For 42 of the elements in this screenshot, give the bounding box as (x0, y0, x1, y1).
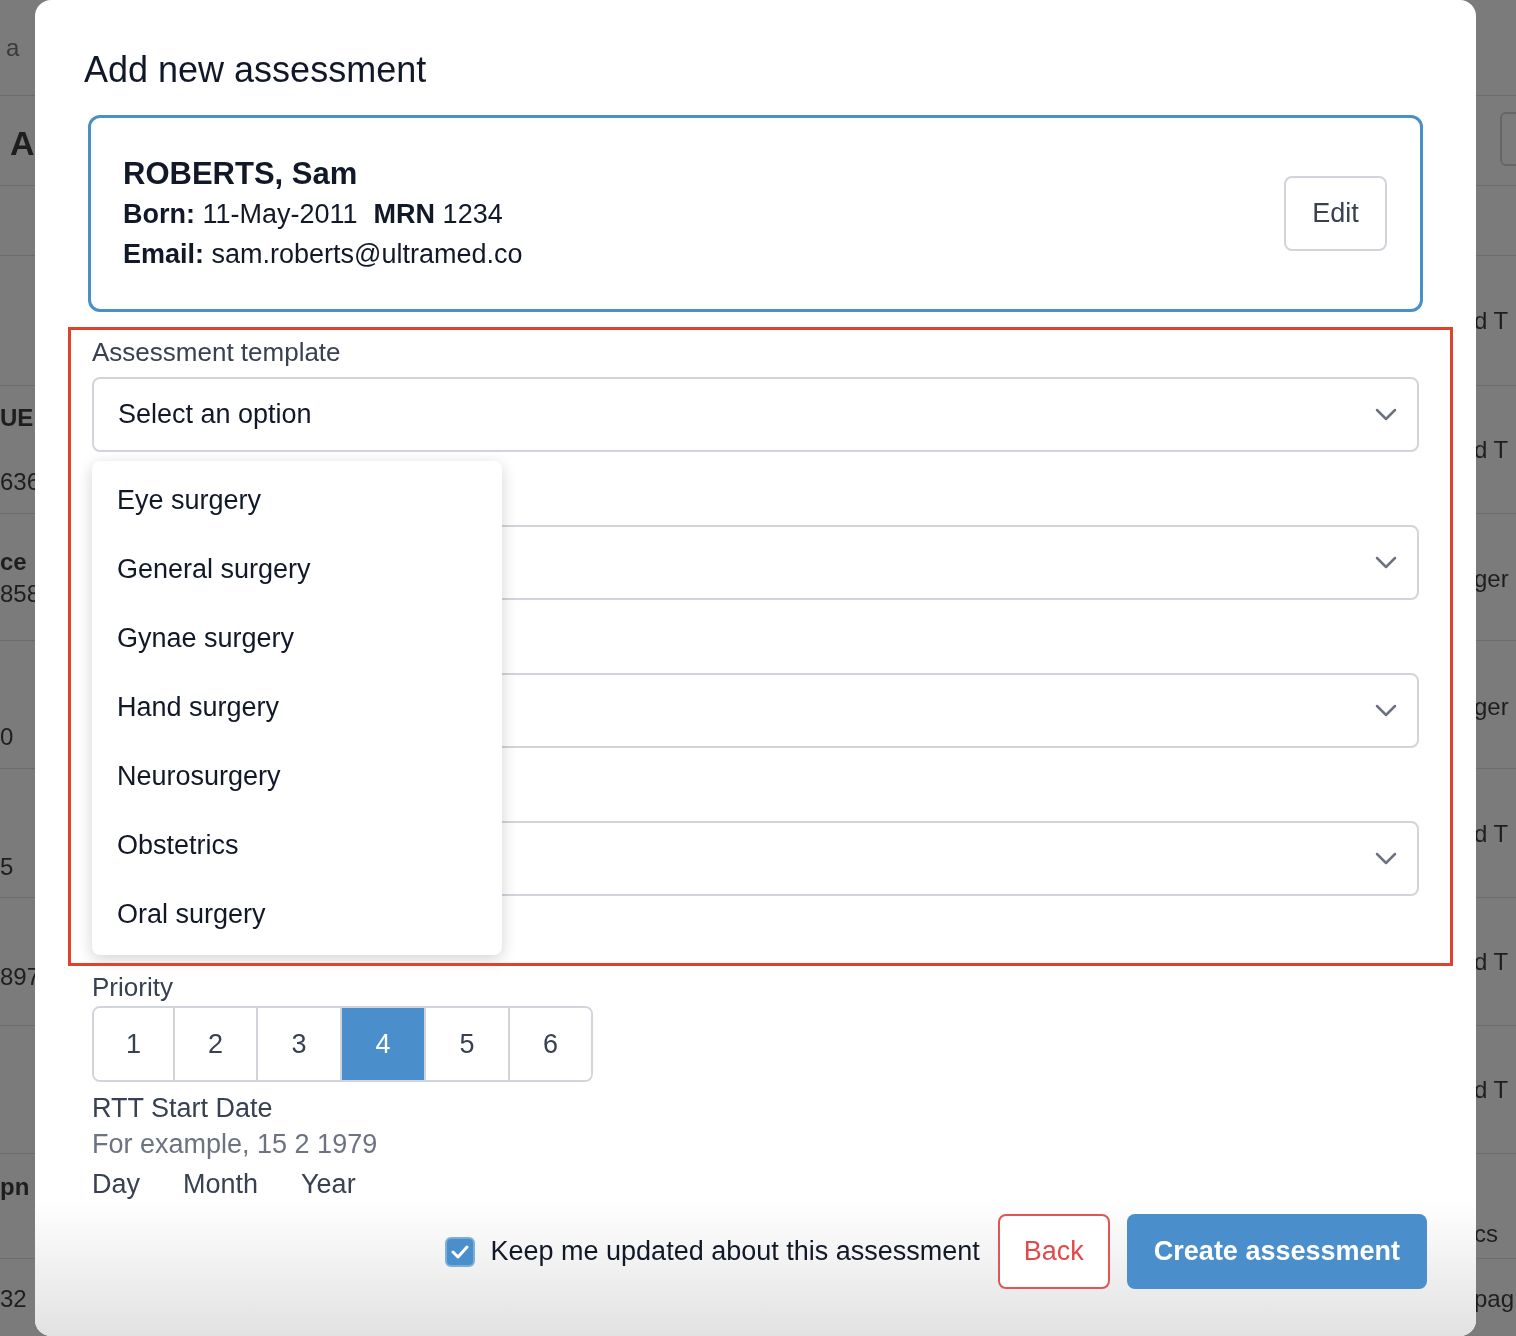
dropdown-option[interactable]: Eye surgery (92, 466, 502, 535)
dropdown-option[interactable]: Hand surgery (92, 673, 502, 742)
background-text: A (10, 123, 35, 164)
background-text: ger (1474, 692, 1509, 722)
background-text: ger (1474, 564, 1509, 594)
birth-date: Born: 11-May-2011 (123, 197, 358, 231)
background-text: 32 (0, 1284, 27, 1314)
date-part-label: Year (301, 1168, 356, 1201)
patient-name: ROBERTS, Sam (123, 154, 359, 193)
back-button[interactable]: Back (997, 1214, 1110, 1289)
background-text: cs (1474, 1219, 1498, 1249)
chevron-down-icon (1375, 851, 1397, 866)
mrn-number: MRN 1234 (373, 197, 503, 231)
background-text: 5 (0, 852, 14, 882)
edit-button[interactable]: Edit (1284, 176, 1387, 251)
background-text: a (6, 33, 20, 63)
background-text: 0 (0, 722, 14, 752)
date-part-label: Day (92, 1168, 140, 1201)
dropdown-option[interactable]: General surgery (92, 535, 502, 604)
priority-option[interactable]: 6 (508, 1008, 591, 1080)
dropdown-option[interactable]: Neurosurgery (92, 742, 502, 811)
checkmark-icon (450, 1244, 469, 1259)
background-text: UE (0, 403, 34, 433)
field-label: RTT Start Date (92, 1092, 274, 1125)
background-text: ce (0, 547, 27, 577)
chevron-down-icon (1375, 407, 1397, 422)
chevron-down-icon (1375, 555, 1397, 570)
dropdown-option[interactable]: Obstetrics (92, 811, 502, 880)
checkbox[interactable] (444, 1236, 475, 1267)
dialog-title: Add new assessment (84, 50, 428, 90)
background-text: pag (1474, 1284, 1515, 1314)
patient-email: Email: sam.roberts@ultramed.co (123, 237, 523, 271)
select-field[interactable]: Select an option (92, 377, 1419, 452)
background-text: pn (0, 1172, 30, 1202)
field-label: Assessment template (92, 336, 342, 369)
date-part-label: Month (183, 1168, 259, 1201)
chevron-down-icon (1375, 703, 1397, 718)
field-hint: For example, 15 2 1979 (92, 1128, 379, 1161)
dropdown-option[interactable]: Oral surgery (92, 880, 502, 949)
field-label: Priority (92, 971, 174, 1004)
checkbox-label: Keep me updated about this assessment (490, 1235, 980, 1269)
dropdown-option[interactable]: Gynae surgery (92, 604, 502, 673)
